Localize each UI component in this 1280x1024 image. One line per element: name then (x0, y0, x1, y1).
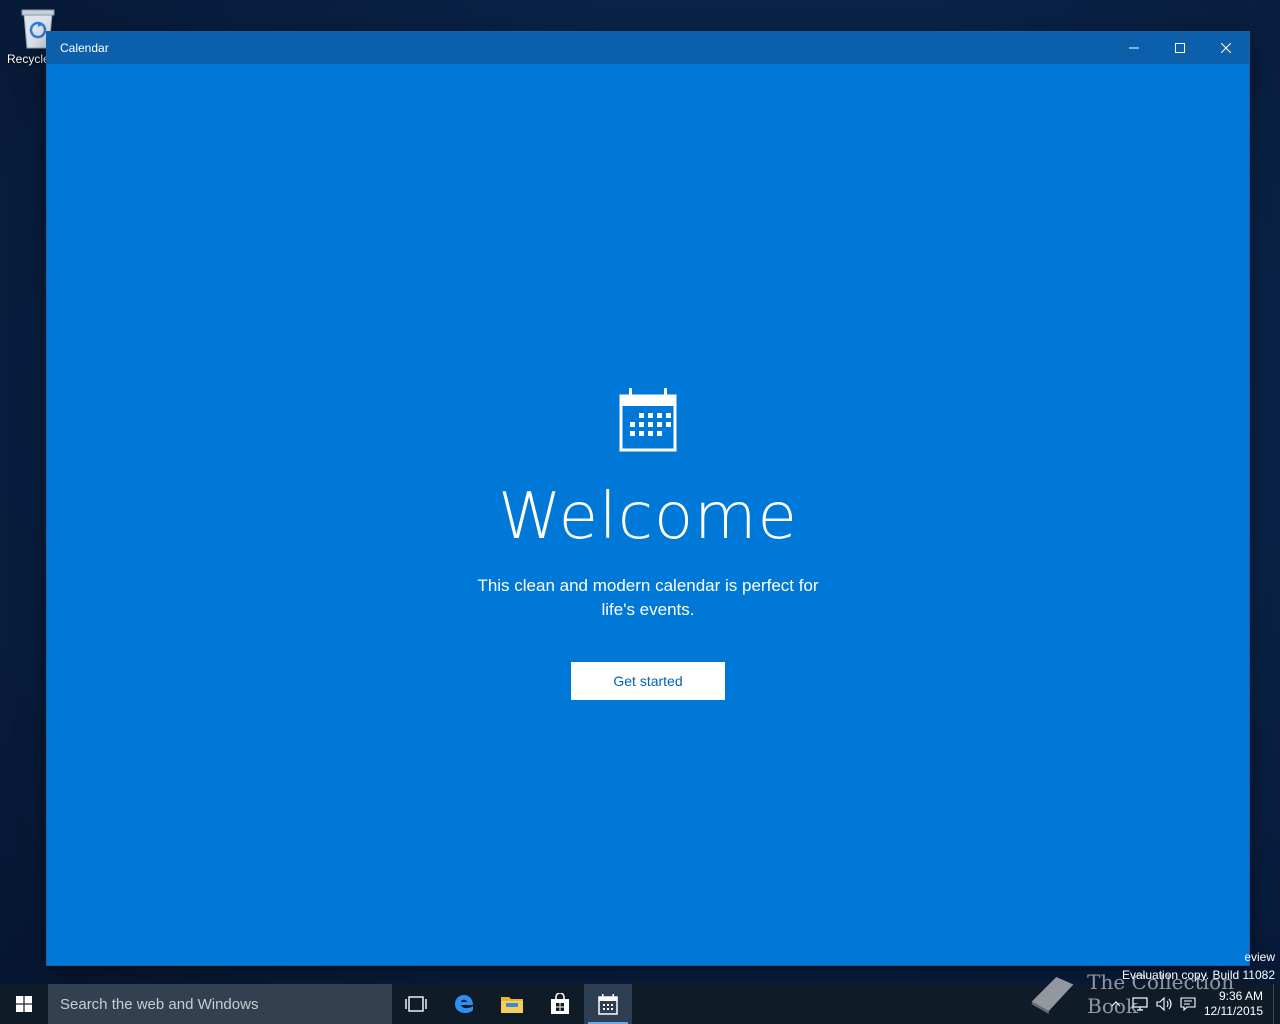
calendar-icon (598, 994, 618, 1015)
welcome-subtitle: This clean and modern calendar is perfec… (477, 576, 819, 619)
task-view-button[interactable] (392, 984, 440, 1024)
calendar-window: Calendar Welcome This clean and modern c… (47, 32, 1249, 965)
app-content: Welcome This clean and modern calendar i… (47, 64, 1249, 965)
watermark-brand: The Collection Book (1028, 970, 1280, 1018)
task-view-icon (405, 996, 427, 1012)
store-button[interactable] (536, 984, 584, 1024)
title-bar[interactable]: Calendar (47, 32, 1249, 64)
welcome-panel: Welcome This clean and modern calendar i… (47, 386, 1249, 700)
calendar-taskbar-button[interactable] (584, 984, 632, 1024)
get-started-button[interactable]: Get started (571, 662, 725, 700)
window-controls (1111, 32, 1249, 64)
window-title: Calendar (60, 41, 109, 55)
watermark-brand-text: The Collection Book (1087, 970, 1235, 1018)
close-icon (1221, 43, 1231, 53)
watermark-line-1: eview (1244, 950, 1275, 964)
minimize-icon (1129, 47, 1139, 49)
book-icon (1031, 976, 1074, 1014)
edge-icon (455, 995, 473, 1013)
search-box[interactable]: Search the web and Windows (48, 984, 392, 1024)
maximize-icon (1175, 43, 1185, 53)
file-explorer-icon (501, 997, 523, 1013)
minimize-button[interactable] (1111, 32, 1157, 64)
maximize-button[interactable] (1157, 32, 1203, 64)
start-button[interactable] (0, 984, 48, 1024)
windows-logo-icon (16, 996, 32, 1012)
close-button[interactable] (1203, 32, 1249, 64)
welcome-heading: Welcome (498, 480, 798, 554)
file-explorer-button[interactable] (488, 984, 536, 1024)
store-icon (551, 993, 569, 1014)
calendar-icon (619, 388, 677, 452)
edge-button[interactable] (440, 984, 488, 1024)
